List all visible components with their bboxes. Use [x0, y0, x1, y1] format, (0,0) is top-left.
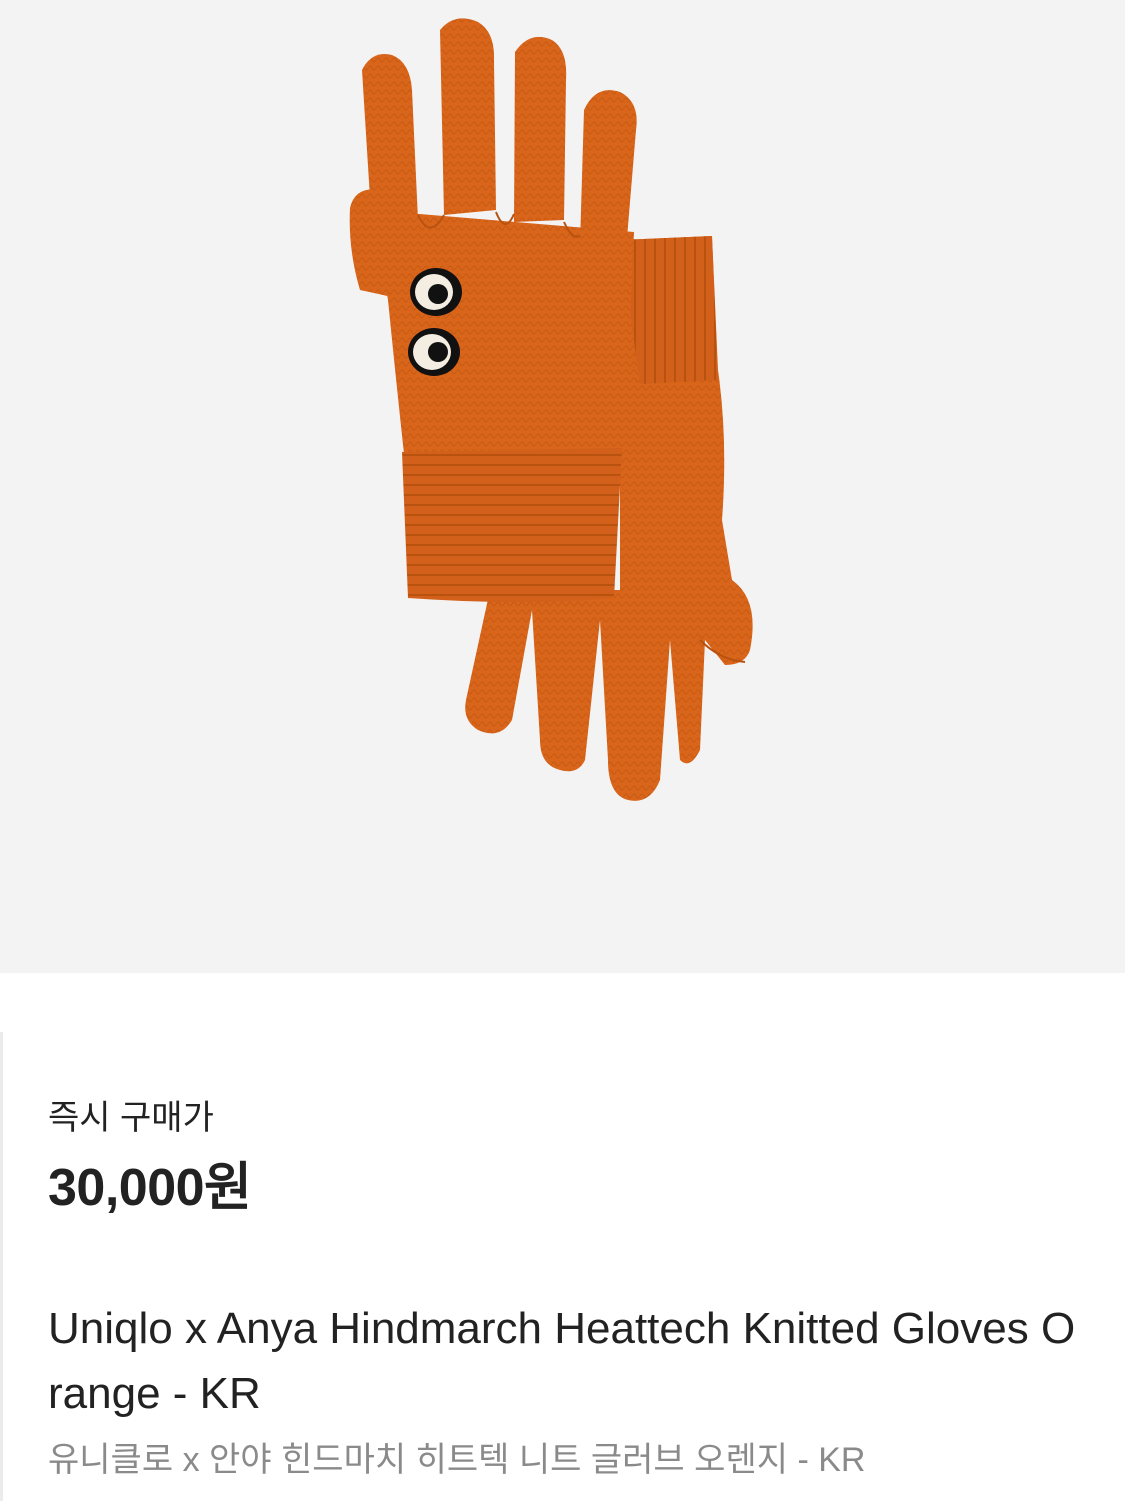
front-glove	[349, 18, 637, 602]
price-value: 30,000원	[48, 1159, 252, 1217]
eye-patch-bottom	[408, 328, 460, 376]
product-image[interactable]	[0, 0, 1125, 973]
section-divider	[0, 1032, 3, 1501]
product-name: Uniqlo x Anya Hindmarch Heattech Knitted…	[48, 1304, 1076, 1418]
eye-patch-top	[410, 268, 462, 316]
gloves-illustration	[349, 18, 753, 801]
product-detail-page: 즉시 구매가 30,000원 Uniqlo x Anya Hindmarch H…	[0, 0, 1125, 1501]
product-name-korean: 유니클로 x 안야 힌드마치 히트텍 니트 글러브 오렌지 - KR	[48, 1441, 866, 1479]
price-label: 즉시 구매가	[48, 1099, 214, 1137]
